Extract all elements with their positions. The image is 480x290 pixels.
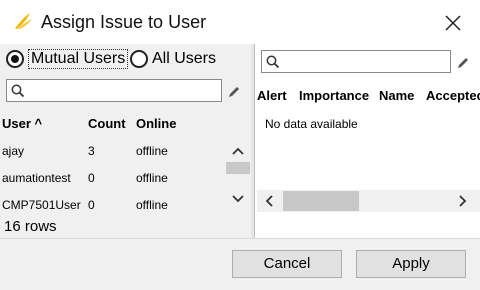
scroll-thumb: [283, 191, 359, 211]
scroll-down-icon: [232, 195, 244, 203]
radio-all-label: All Users: [152, 50, 217, 67]
issue-search-input[interactable]: [261, 50, 451, 73]
column-accepted[interactable]: Accepted: [426, 88, 480, 103]
title-bar: Assign Issue to User: [0, 0, 480, 44]
scroll-right-icon: [459, 195, 467, 207]
row-count-label: 16 rows: [4, 218, 57, 235]
radio-all-indicator[interactable]: [130, 50, 148, 68]
column-importance[interactable]: Importance: [299, 88, 369, 103]
close-icon: [445, 15, 461, 31]
column-name[interactable]: Name: [379, 88, 414, 103]
row-online: offline: [136, 198, 168, 212]
row-user: aumationtest: [2, 171, 71, 185]
issue-table-horizontal-scrollbar[interactable]: [257, 190, 480, 212]
scroll-thumb: [226, 162, 250, 174]
scroll-up-icon: [232, 147, 244, 155]
radio-all-users[interactable]: All Users: [130, 48, 216, 70]
column-online[interactable]: Online: [136, 116, 176, 131]
edit-icon[interactable]: [456, 56, 472, 72]
scroll-left-icon: [265, 195, 273, 207]
dialog-title: Assign Issue to User: [41, 12, 207, 32]
column-user[interactable]: User ^: [2, 116, 42, 131]
search-icon: [266, 55, 280, 69]
row-online: offline: [136, 171, 168, 185]
column-alert[interactable]: Alert: [257, 88, 287, 103]
empty-message: No data available: [265, 117, 358, 131]
row-user: ajay: [2, 144, 25, 158]
cancel-button[interactable]: Cancel: [232, 250, 342, 278]
user-search-input[interactable]: [6, 79, 222, 102]
wing-logo-icon: [13, 11, 33, 31]
user-table-vertical-scrollbar[interactable]: [226, 138, 250, 212]
radio-mutual-indicator[interactable]: [6, 50, 24, 68]
row-user: CMP7501User: [2, 198, 81, 212]
edit-icon[interactable]: [227, 85, 243, 101]
column-count[interactable]: Count: [88, 116, 126, 131]
radio-mutual-users[interactable]: Mutual Users: [6, 48, 129, 70]
row-count: 0: [88, 171, 95, 185]
radio-mutual-label: Mutual Users: [28, 49, 129, 69]
row-online: offline: [136, 144, 168, 158]
search-icon: [11, 84, 25, 98]
row-count: 3: [88, 144, 95, 158]
apply-button[interactable]: Apply: [356, 250, 466, 278]
close-button[interactable]: [440, 10, 466, 36]
row-count: 0: [88, 198, 95, 212]
